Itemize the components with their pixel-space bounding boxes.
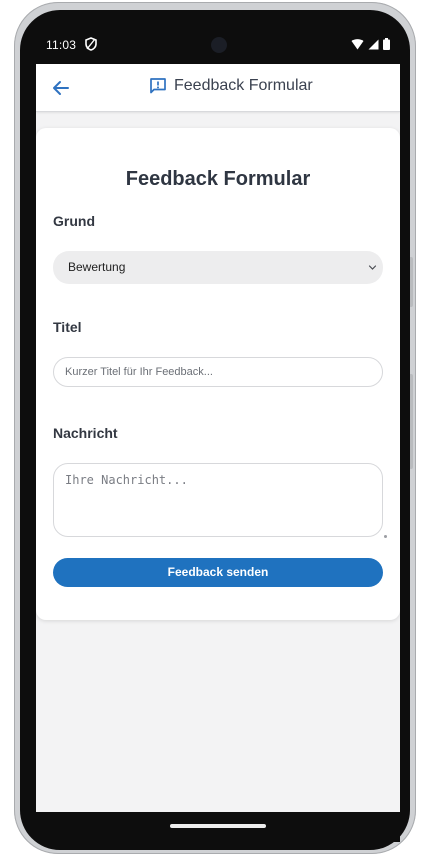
app-bar-title-group: Feedback Formular (149, 77, 313, 95)
reason-select-value: Bewertung (68, 260, 126, 274)
feedback-icon (150, 78, 166, 94)
wifi-icon (351, 38, 364, 49)
system-nav-bar (36, 812, 400, 842)
app-screen: 11:03 Feedback Formular Feedback Formula… (36, 26, 400, 812)
status-bar: 11:03 (36, 26, 400, 64)
reason-label: Grund (53, 213, 95, 229)
app-bar-title: Feedback Formular (174, 77, 313, 94)
reason-select[interactable]: Bewertung (53, 251, 383, 284)
vpn-shield-icon (85, 37, 97, 51)
message-textarea[interactable]: Ihre Nachricht... (53, 463, 387, 538)
status-icons (351, 38, 390, 50)
message-label: Nachricht (53, 425, 118, 441)
app-bar: Feedback Formular (36, 64, 400, 112)
chevron-down-icon (368, 265, 377, 270)
form-title: Feedback Formular (125, 168, 311, 190)
resize-handle[interactable] (384, 535, 387, 538)
battery-icon (383, 38, 390, 50)
status-time: 11:03 (46, 38, 77, 52)
subject-placeholder: Kurzer Titel für Ihr Feedback... (65, 366, 213, 378)
front-camera (211, 37, 227, 53)
message-placeholder: Ihre Nachricht... (65, 473, 188, 487)
cell-signal-icon (368, 39, 379, 49)
arrow-left-icon[interactable] (50, 77, 72, 99)
subject-input[interactable]: Kurzer Titel für Ihr Feedback... (53, 357, 383, 387)
home-indicator[interactable] (170, 824, 266, 828)
feedback-form-card: Feedback Formular Grund Bewertung Titel … (36, 128, 400, 620)
submit-feedback-button[interactable]: Feedback senden (53, 558, 383, 587)
subject-label: Titel (53, 319, 82, 335)
